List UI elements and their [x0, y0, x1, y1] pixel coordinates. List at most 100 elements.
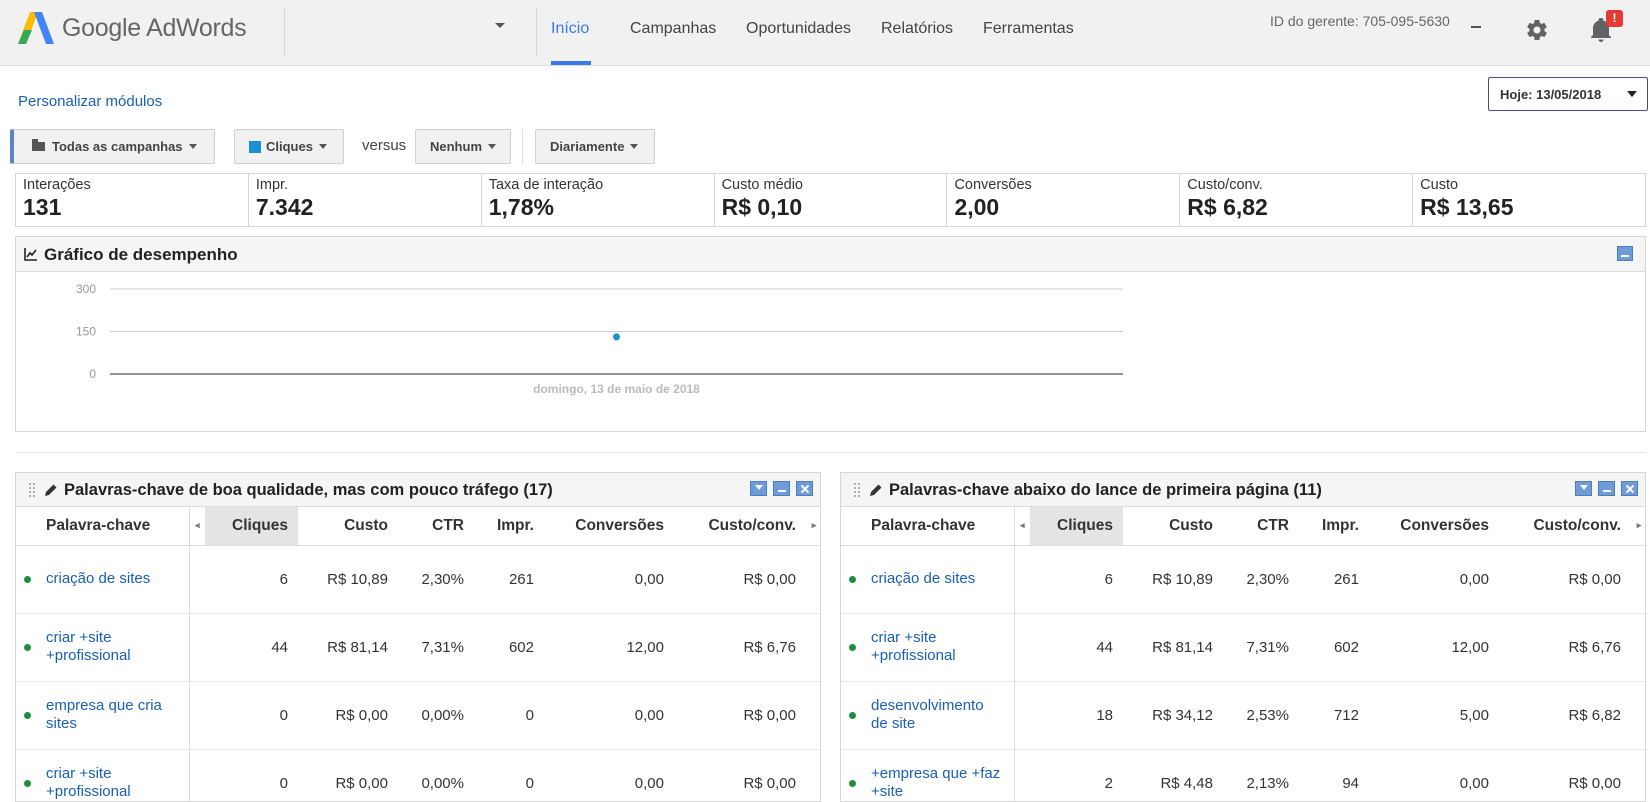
- column-header-clicks[interactable]: Cliques: [205, 507, 298, 546]
- clicks-cell: 0: [205, 681, 298, 750]
- below-first-page-bid-panel: Palavras-chave abaixo do lance de primei…: [840, 472, 1646, 802]
- keyword-link[interactable]: criar +site +profissional: [46, 629, 131, 664]
- minimize-button[interactable]: [1598, 481, 1615, 496]
- y-tick-label: 300: [76, 282, 96, 296]
- cost-cell: R$ 81,14: [1123, 613, 1223, 682]
- drag-handle-icon[interactable]: [28, 482, 36, 499]
- column-header-ctr[interactable]: CTR: [398, 507, 474, 546]
- metrics-summary: Interações 131 Impr. 7.342 Taxa de interaç…: [15, 173, 1646, 227]
- clicks-cell: 2: [1030, 749, 1123, 801]
- compare-metric-button[interactable]: Nenhum: [415, 129, 511, 164]
- account-dropdown-icon[interactable]: [495, 23, 505, 28]
- column-header-ctr[interactable]: CTR: [1223, 507, 1299, 546]
- ctr-cell: 2,13%: [1223, 749, 1299, 801]
- column-header-keyword[interactable]: Palavra-chave: [841, 507, 1015, 546]
- impr-cell: 712: [1299, 681, 1369, 750]
- adwords-logo-icon[interactable]: [18, 10, 54, 46]
- nav-ferramentas[interactable]: Ferramentas: [983, 20, 1074, 38]
- spacer: [1631, 681, 1645, 750]
- clicks-cell: 18: [1030, 681, 1123, 750]
- metric-interacoes[interactable]: Interações 131: [16, 174, 249, 226]
- panel-options-button[interactable]: [1575, 481, 1592, 496]
- keyword-link[interactable]: +empresa que +faz +site: [871, 765, 1000, 800]
- drag-handle-icon[interactable]: [853, 482, 861, 499]
- metric-conversoes[interactable]: Conversões 2,00: [947, 174, 1181, 226]
- nav-campanhas[interactable]: Campanhas: [630, 20, 716, 38]
- panel-options-button[interactable]: [750, 481, 767, 496]
- series-color-swatch: [249, 140, 261, 153]
- cost-per-conv-cell: R$ 0,00: [674, 749, 806, 801]
- metric-taxa-interacao[interactable]: Taxa de interação 1,78%: [482, 174, 715, 226]
- metric-label: Interações: [23, 177, 91, 193]
- keyword-link[interactable]: criar +site +profissional: [871, 629, 956, 664]
- scroll-right-icon[interactable]: ▸: [1631, 507, 1645, 546]
- scroll-left-icon[interactable]: ◂: [1014, 507, 1030, 546]
- close-button[interactable]: [796, 481, 813, 496]
- metric-value: 131: [23, 194, 62, 220]
- nav-oportunidades[interactable]: Oportunidades: [746, 20, 851, 38]
- nav-inicio[interactable]: Início: [551, 20, 589, 38]
- column-header-impr[interactable]: Impr.: [474, 507, 544, 546]
- caret-down-icon: [318, 144, 327, 149]
- x-tick-label: domingo, 13 de maio de 2018: [533, 382, 700, 396]
- minimize-button[interactable]: [773, 481, 790, 496]
- gear-icon[interactable]: [1525, 18, 1549, 42]
- performance-chart[interactable]: 0 150 300 domingo, 13 de maio de 2018: [16, 273, 1146, 431]
- scroll-left-icon[interactable]: ◂: [189, 507, 205, 546]
- keyword-link[interactable]: empresa que cria sites: [46, 697, 162, 732]
- keyword-link[interactable]: criação de sites: [871, 570, 975, 587]
- performance-chart-panel: Gráfico de desempenho 0 150 300 domingo, 13…: [15, 236, 1646, 432]
- close-button[interactable]: [1621, 481, 1638, 496]
- metric-label: Custo/conv.: [1187, 177, 1263, 193]
- manager-id[interactable]: ID do gerente: 705-095-5630: [1270, 13, 1450, 29]
- pencil-icon[interactable]: [44, 483, 58, 497]
- column-header-cost[interactable]: Custo: [1123, 507, 1223, 546]
- keyword-link[interactable]: desenvolvimento de site: [871, 697, 984, 732]
- period-select-button[interactable]: Diariamente: [535, 129, 655, 164]
- minimize-button[interactable]: [1617, 246, 1633, 261]
- table-row: criar +site +profissional 0 R$ 0,00 0,00…: [16, 749, 820, 801]
- divider: [522, 129, 523, 164]
- cost-per-conv-cell: R$ 0,00: [1499, 545, 1631, 614]
- nav-relatorios[interactable]: Relatórios: [881, 20, 953, 38]
- metric-label: Taxa de interação: [488, 177, 604, 193]
- column-header-cost-per-conv[interactable]: Custo/conv.: [674, 507, 806, 546]
- notification-badge[interactable]: !: [1606, 10, 1623, 27]
- impr-cell: 94: [1299, 749, 1369, 801]
- keyword-link[interactable]: criação de sites: [46, 570, 150, 587]
- metric-label: Conversões: [954, 177, 1032, 193]
- metric-impr[interactable]: Impr. 7.342: [249, 174, 482, 226]
- cost-cell: R$ 34,12: [1123, 681, 1223, 750]
- brand-name[interactable]: Google AdWords: [62, 14, 247, 43]
- column-header-cost-per-conv[interactable]: Custo/conv.: [1499, 507, 1631, 546]
- date-range-button[interactable]: Hoje: 13/05/2018: [1488, 77, 1648, 111]
- scroll-right-icon[interactable]: ▸: [806, 507, 820, 546]
- keyword-link[interactable]: criar +site +profissional: [46, 765, 131, 800]
- personalize-modules-link[interactable]: Personalizar módulos: [18, 93, 162, 110]
- data-point[interactable]: [613, 333, 620, 341]
- clicks-cell: 6: [205, 545, 298, 614]
- spacer: [806, 681, 820, 750]
- metric-custo-medio[interactable]: Custo médio R$ 0,10: [715, 174, 948, 226]
- manager-dropdown-icon[interactable]: [1471, 26, 1481, 28]
- column-header-clicks[interactable]: Cliques: [1030, 507, 1123, 546]
- caret-down-icon: [188, 144, 197, 149]
- metric-custo[interactable]: Custo R$ 13,65: [1413, 174, 1645, 226]
- metric-custo-conv[interactable]: Custo/conv. R$ 6,82: [1180, 174, 1414, 226]
- column-header-conversions[interactable]: Conversões: [1369, 507, 1499, 546]
- cost-per-conv-cell: R$ 0,00: [674, 681, 806, 750]
- line-chart-icon: [24, 248, 37, 261]
- column-header-conversions[interactable]: Conversões: [544, 507, 674, 546]
- campaigns-filter-button[interactable]: Todas as campanhas: [10, 129, 215, 164]
- column-header-keyword[interactable]: Palavra-chave: [16, 507, 190, 546]
- conversions-cell: 0,00: [544, 545, 674, 614]
- metric-select-button[interactable]: Cliques: [234, 129, 344, 164]
- metric-label: Impr.: [255, 177, 289, 193]
- performance-chart-header: Gráfico de desempenho: [16, 237, 1645, 272]
- table-row: criação de sites 6 R$ 10,89 2,30% 261 0,…: [16, 545, 820, 614]
- column-header-impr[interactable]: Impr.: [1299, 507, 1369, 546]
- conversions-cell: 0,00: [1369, 749, 1499, 801]
- pencil-icon[interactable]: [869, 483, 883, 497]
- column-header-cost[interactable]: Custo: [298, 507, 398, 546]
- performance-chart-title: Gráfico de desempenho: [44, 245, 238, 264]
